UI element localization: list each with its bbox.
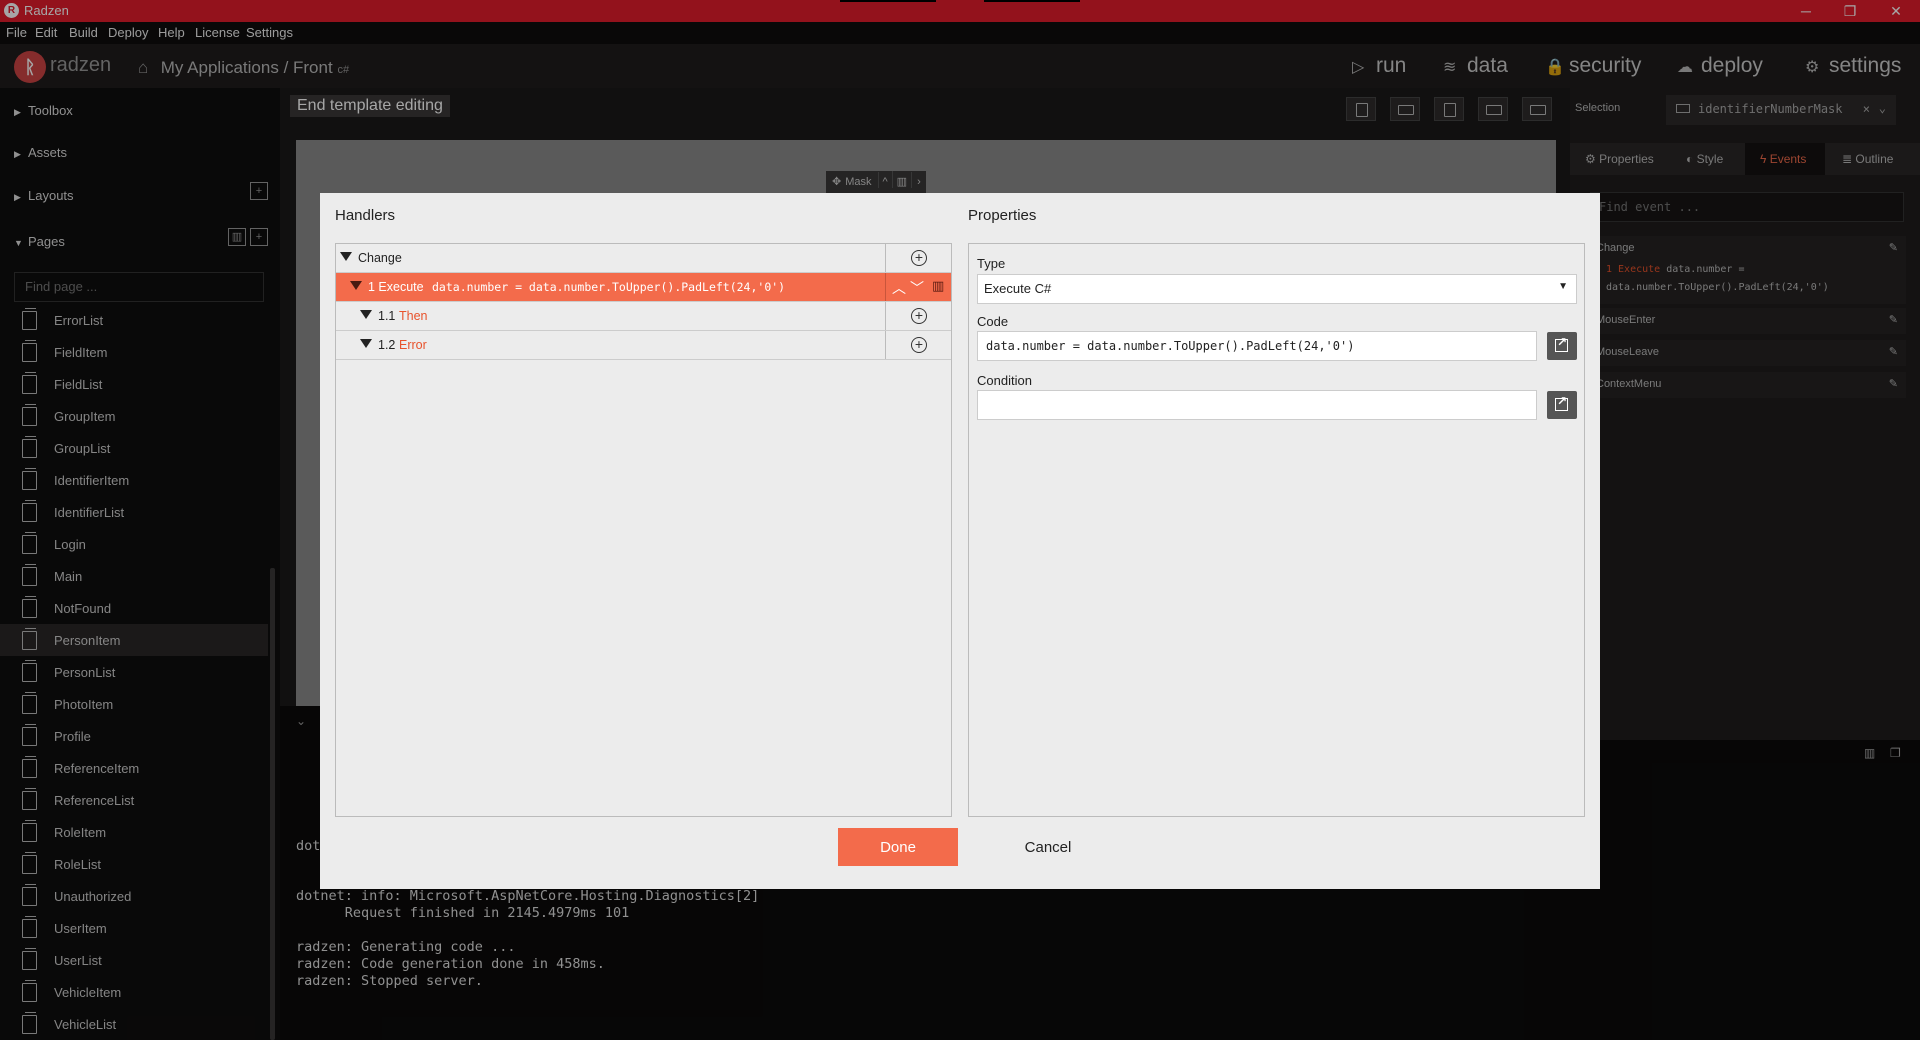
trash-icon[interactable]: ▥ [932,278,944,294]
condition-input[interactable] [977,390,1537,420]
open-editor-icon[interactable] [1547,391,1577,419]
type-select[interactable]: Execute C# ▼ [977,274,1577,304]
cancel-button[interactable]: Cancel [988,828,1108,866]
add-action-cell: + [885,244,951,272]
done-button[interactable]: Done [838,828,958,866]
chevron-up-icon[interactable]: ︿ [892,278,906,298]
chevron-down-icon[interactable]: ﹀ [910,278,924,298]
tree-node-error[interactable]: 1.2 Error + [336,331,951,360]
add-circle-icon[interactable]: + [911,337,927,353]
caret-down-icon[interactable] [360,310,372,319]
code-label: Code [977,314,1009,329]
handlers-tree: Change + 1 Execute data.number = data.nu… [335,243,952,817]
caret-down-icon[interactable] [360,339,372,348]
properties-panel: Type Execute C# ▼ Code data.number = data… [968,243,1585,817]
handlers-title: Handlers [335,207,396,224]
add-circle-icon[interactable]: + [911,308,927,324]
properties-title: Properties [968,207,1037,224]
tree-node-change[interactable]: Change + [336,244,951,273]
type-label: Type [977,256,1006,271]
tree-node-then[interactable]: 1.1 Then + [336,302,951,331]
code-input[interactable]: data.number = data.number.ToUpper().PadL… [977,331,1537,361]
action-controls: ︿ ﹀ ▥ [885,273,951,301]
add-action-cell: + [885,331,951,359]
tree-node-execute[interactable]: 1 Execute data.number = data.number.ToUp… [336,273,951,302]
add-action-cell: + [885,302,951,330]
condition-label: Condition [977,373,1032,388]
event-handler-dialog: Handlers Properties Change + 1 Execute d… [320,193,1600,889]
dropdown-arrow-icon: ▼ [1558,281,1568,292]
caret-down-icon[interactable] [340,252,352,261]
caret-down-icon[interactable] [350,281,362,290]
open-editor-icon[interactable] [1547,332,1577,360]
add-circle-icon[interactable]: + [911,250,927,266]
